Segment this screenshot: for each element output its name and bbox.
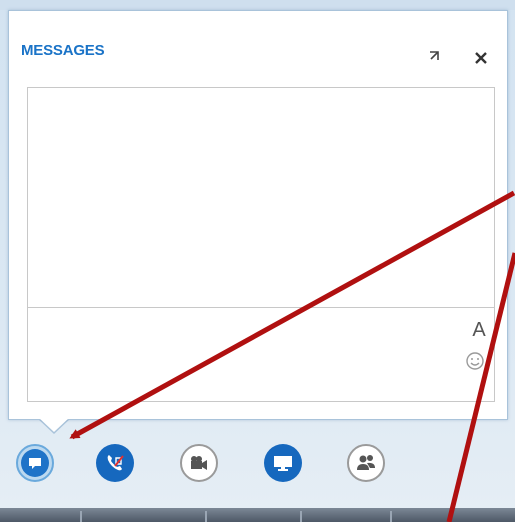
call-button[interactable] (96, 444, 134, 482)
present-button[interactable] (264, 444, 302, 482)
font-button[interactable]: A (468, 318, 490, 342)
emoji-icon[interactable] (464, 351, 486, 373)
participants-button[interactable] (347, 444, 385, 482)
message-compose-input[interactable] (27, 307, 495, 402)
taskbar-separator (205, 511, 207, 522)
panel-pointer (38, 417, 70, 432)
taskbar-separator (300, 511, 302, 522)
chat-bubble-icon (21, 449, 49, 477)
popout-icon[interactable] (427, 50, 441, 64)
people-icon (357, 455, 375, 470)
window-top-strip (0, 0, 515, 10)
monitor-icon (274, 456, 292, 471)
phone-muted-icon (107, 455, 124, 471)
taskbar-separator (80, 511, 82, 522)
panel-title: MESSAGES (21, 42, 105, 59)
taskbar-separator (390, 511, 392, 522)
message-history-area (27, 87, 495, 307)
close-icon[interactable] (472, 49, 490, 67)
im-button[interactable] (16, 444, 54, 482)
taskbar (0, 508, 515, 522)
video-camera-icon (191, 456, 207, 470)
video-button[interactable] (180, 444, 218, 482)
